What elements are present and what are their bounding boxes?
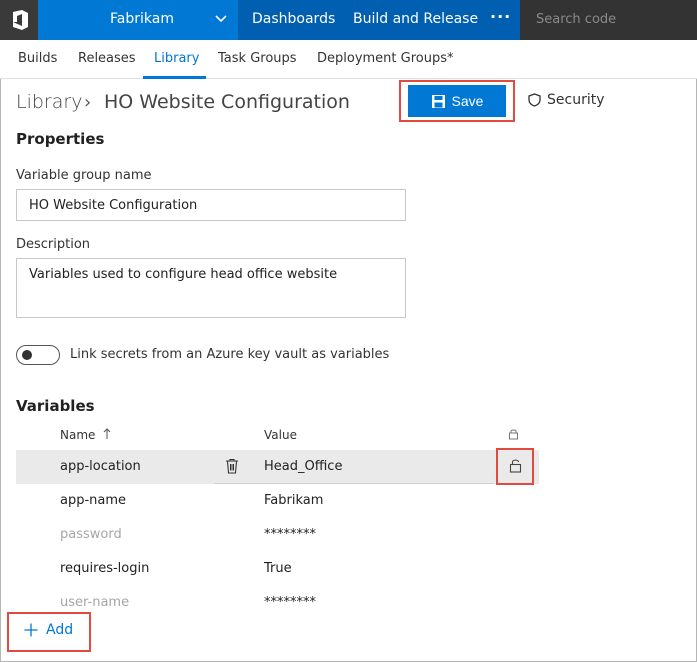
- column-header-name[interactable]: Name: [60, 428, 111, 442]
- security-label: Security: [547, 92, 605, 108]
- properties-heading: Properties: [16, 130, 105, 148]
- variable-name-app-location[interactable]: app-location: [60, 459, 141, 474]
- description-field[interactable]: Variables used to configure head office …: [16, 258, 406, 318]
- variable-value-app-location[interactable]: Head_Office: [264, 459, 342, 474]
- tab-builds[interactable]: Builds: [18, 51, 57, 66]
- variable-value-app-name[interactable]: Fabrikam: [264, 493, 323, 508]
- variable-value-password[interactable]: ********: [264, 527, 316, 542]
- vsts-logo-icon[interactable]: [0, 0, 38, 40]
- tab-deployment-groups[interactable]: Deployment Groups*: [317, 51, 454, 66]
- security-button[interactable]: Security: [528, 92, 605, 108]
- breadcrumb-separator-icon: ›: [84, 92, 92, 113]
- variable-name-requires-login[interactable]: requires-login: [60, 561, 149, 576]
- toggle-knob: [22, 350, 32, 360]
- variable-group-name-label: Variable group name: [16, 168, 152, 183]
- row-value-underline: [214, 483, 494, 484]
- tab-releases[interactable]: Releases: [78, 51, 136, 66]
- column-header-name-label: Name: [60, 428, 96, 442]
- plus-icon: [24, 623, 38, 637]
- search-box[interactable]: Search code: [520, 0, 697, 40]
- trash-icon[interactable]: [225, 458, 239, 474]
- sort-ascending-icon: [103, 428, 111, 439]
- save-button[interactable]: Save: [408, 85, 506, 117]
- variable-name-user-name[interactable]: user-name: [60, 595, 129, 610]
- variable-name-password[interactable]: password: [60, 527, 122, 542]
- chevron-down-icon: [215, 15, 227, 23]
- floppy-disk-icon: [431, 94, 445, 108]
- hub-navigation: Dashboards Build and Release ···: [238, 0, 520, 40]
- top-navigation-bar: Fabrikam Dashboards Build and Release ··…: [0, 0, 697, 40]
- variables-heading: Variables: [16, 397, 95, 415]
- variable-name-app-name[interactable]: app-name: [60, 493, 126, 508]
- more-hubs-icon[interactable]: ···: [490, 7, 511, 26]
- tab-bar: Builds Releases Library Task Groups Depl…: [0, 40, 697, 79]
- keyvault-toggle-label: Link secrets from an Azure key vault as …: [70, 347, 390, 362]
- variable-value-requires-login[interactable]: True: [264, 561, 292, 576]
- add-variable-button[interactable]: Add: [24, 622, 73, 638]
- description-label: Description: [16, 237, 91, 252]
- breadcrumb-library[interactable]: Library: [16, 91, 82, 113]
- page-title: HO Website Configuration: [104, 91, 350, 113]
- project-name: Fabrikam: [110, 11, 174, 27]
- keyvault-toggle[interactable]: [16, 345, 60, 365]
- active-tab-indicator: [143, 76, 206, 79]
- hub-dashboards[interactable]: Dashboards: [252, 11, 335, 27]
- add-label: Add: [46, 622, 74, 638]
- unlocked-icon[interactable]: [509, 458, 522, 473]
- column-header-value: Value: [264, 428, 297, 442]
- variable-group-name-field[interactable]: HO Website Configuration: [16, 189, 406, 221]
- hub-build-and-release[interactable]: Build and Release: [353, 11, 478, 27]
- column-header-lock-icon: [509, 429, 518, 440]
- search-input[interactable]: Search code: [536, 12, 616, 27]
- save-label: Save: [451, 93, 484, 109]
- variable-value-user-name[interactable]: ********: [264, 595, 316, 610]
- tab-library[interactable]: Library: [154, 51, 199, 66]
- project-selector[interactable]: Fabrikam: [38, 0, 238, 40]
- tab-task-groups[interactable]: Task Groups: [218, 51, 297, 66]
- shield-icon: [528, 93, 541, 107]
